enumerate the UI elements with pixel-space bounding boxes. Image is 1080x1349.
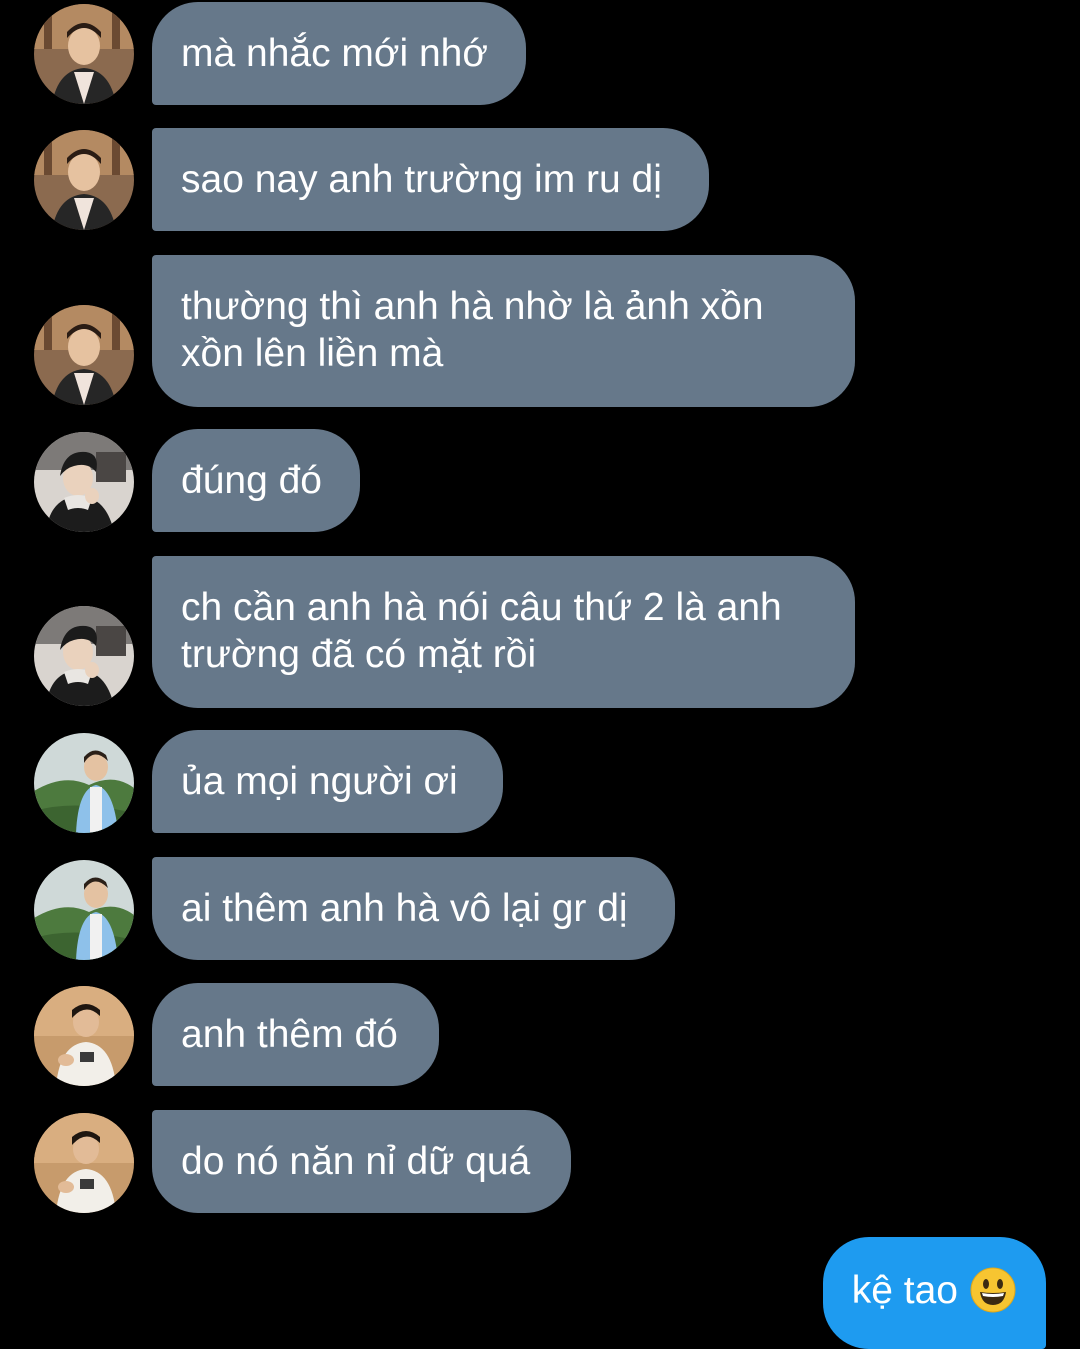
message-bubble[interactable]: mà nhắc mới nhớ — [152, 2, 526, 105]
avatar[interactable] — [34, 733, 134, 833]
user-avatar-icon — [34, 130, 134, 230]
avatar[interactable] — [34, 4, 134, 104]
message-bubble[interactable]: anh thêm đó — [152, 983, 439, 1086]
user-avatar-icon — [34, 1113, 134, 1213]
avatar[interactable] — [34, 986, 134, 1086]
avatar[interactable] — [34, 860, 134, 960]
user-avatar-icon — [34, 4, 134, 104]
message-bubble[interactable]: sao nay anh trường im ru dị — [152, 128, 709, 231]
user-avatar-icon — [34, 305, 134, 405]
avatar[interactable] — [34, 305, 134, 405]
message-bubble[interactable]: ch cần anh hà nói câu thứ 2 là anh trườn… — [152, 556, 855, 708]
grinning-face-icon — [970, 1267, 1016, 1313]
message-bubble[interactable]: thường thì anh hà nhờ là ảnh xồn xồn lên… — [152, 255, 855, 407]
message-bubble[interactable]: ai thêm anh hà vô lại gr dị — [152, 857, 675, 960]
avatar[interactable] — [34, 606, 134, 706]
outgoing-message-text: kệ tao — [851, 1269, 958, 1312]
avatar[interactable] — [34, 432, 134, 532]
user-avatar-icon — [34, 860, 134, 960]
avatar[interactable] — [34, 1113, 134, 1213]
user-avatar-icon — [34, 986, 134, 1086]
message-bubble[interactable]: đúng đó — [152, 429, 360, 532]
outgoing-message-bubble[interactable]: kệ tao — [822, 1237, 1046, 1349]
avatar[interactable] — [34, 130, 134, 230]
message-bubble[interactable]: do nó năn nỉ dữ quá — [152, 1110, 571, 1213]
user-avatar-icon — [34, 432, 134, 532]
message-bubble[interactable]: ủa mọi người ơi — [152, 730, 503, 833]
user-avatar-icon — [34, 606, 134, 706]
user-avatar-icon — [34, 733, 134, 833]
